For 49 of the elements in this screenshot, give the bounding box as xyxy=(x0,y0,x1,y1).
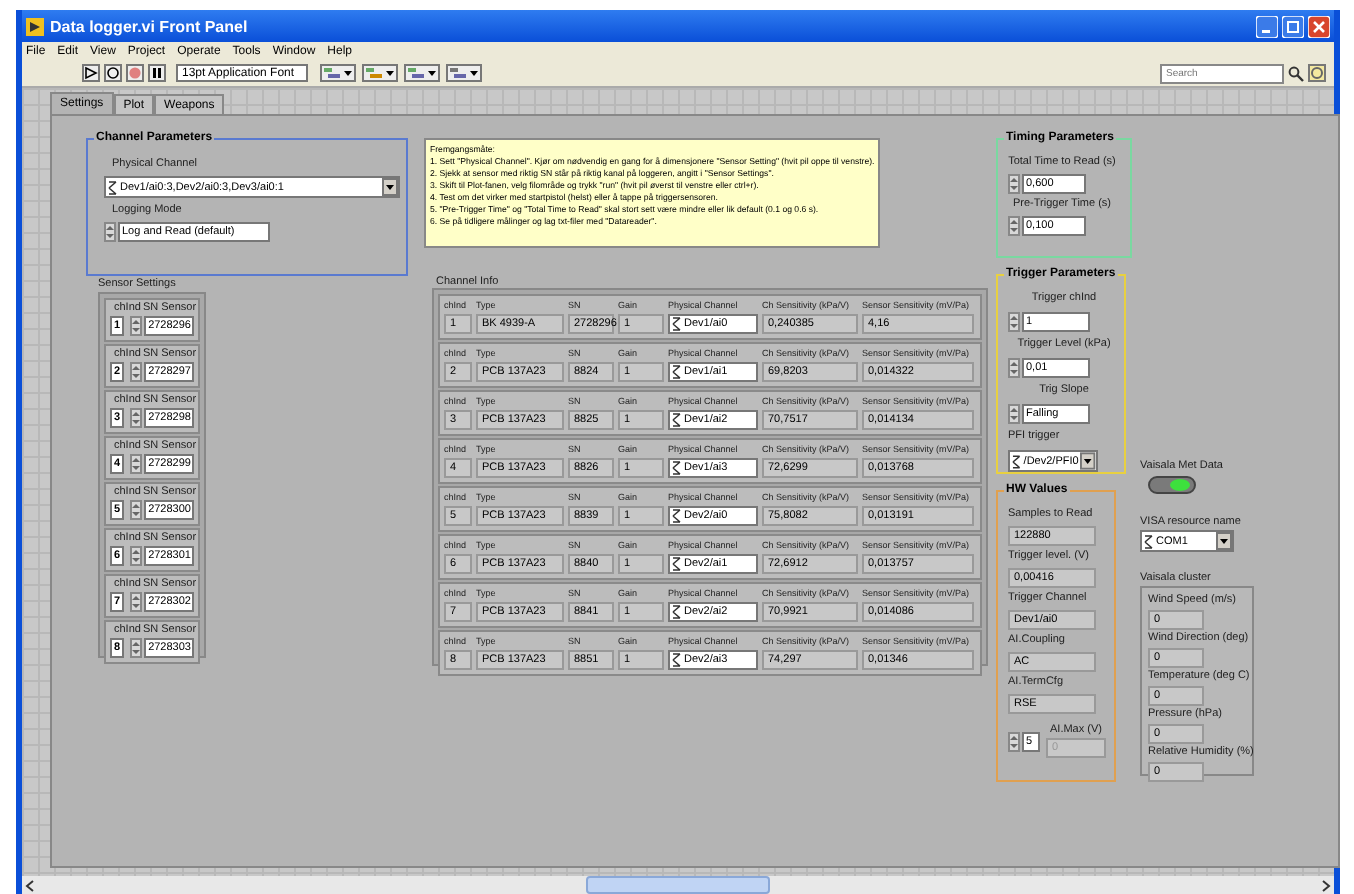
io-name-icon xyxy=(672,508,682,524)
abort-icon[interactable] xyxy=(126,64,144,82)
dropdown-button[interactable] xyxy=(1080,452,1096,470)
run-arrow-icon[interactable] xyxy=(82,64,100,82)
spin-buttons-icon[interactable] xyxy=(1008,216,1020,236)
scroll-left-icon[interactable] xyxy=(22,877,38,893)
scroll-thumb[interactable] xyxy=(586,876,770,894)
io-name-icon xyxy=(672,652,682,668)
window-title: Data logger.vi Front Panel xyxy=(50,17,248,35)
spin-buttons-icon[interactable] xyxy=(130,592,143,612)
spin-buttons-icon[interactable] xyxy=(1008,404,1020,424)
spin-buttons-icon[interactable] xyxy=(130,638,143,658)
app-icon xyxy=(26,17,44,35)
spin-buttons-icon[interactable] xyxy=(104,222,116,242)
spin-buttons-icon[interactable] xyxy=(1008,312,1020,332)
io-name-icon xyxy=(672,412,682,428)
dropdown-button[interactable] xyxy=(382,178,398,196)
spin-buttons-icon[interactable] xyxy=(130,454,143,474)
spin-buttons-icon[interactable] xyxy=(1008,731,1020,751)
io-name-icon xyxy=(1012,453,1022,469)
run-continuously-icon[interactable] xyxy=(104,64,122,82)
io-name-icon xyxy=(672,556,682,572)
dropdown-button[interactable] xyxy=(1216,532,1232,550)
spin-buttons-icon[interactable] xyxy=(130,546,143,566)
spin-buttons-icon[interactable] xyxy=(1008,358,1020,378)
io-name-icon xyxy=(672,604,682,620)
help-icon[interactable] xyxy=(1308,64,1326,82)
resize-objects-icon[interactable] xyxy=(404,64,440,82)
io-name-icon xyxy=(1144,533,1154,549)
distribute-objects-icon[interactable] xyxy=(362,64,398,82)
io-name-icon xyxy=(672,460,682,476)
spin-buttons-icon[interactable] xyxy=(130,408,143,428)
search-icon[interactable] xyxy=(1288,65,1304,81)
io-name-icon xyxy=(672,364,682,380)
spin-buttons-icon[interactable] xyxy=(130,316,143,336)
spin-buttons-icon[interactable] xyxy=(130,362,143,382)
reorder-icon[interactable] xyxy=(446,64,482,82)
horizontal-scrollbar[interactable] xyxy=(22,876,1334,894)
io-name-icon xyxy=(672,316,682,332)
spin-buttons-icon[interactable] xyxy=(130,500,143,520)
led-indicator[interactable] xyxy=(1148,476,1196,494)
maximize-button[interactable] xyxy=(1282,15,1304,37)
io-name-icon xyxy=(108,179,118,195)
align-objects-icon[interactable] xyxy=(320,64,356,82)
spin-buttons-icon[interactable] xyxy=(1008,174,1020,194)
close-button[interactable] xyxy=(1308,15,1330,37)
scroll-right-icon[interactable] xyxy=(1318,877,1334,893)
pause-icon[interactable] xyxy=(148,64,166,82)
minimize-button[interactable] xyxy=(1256,15,1278,37)
